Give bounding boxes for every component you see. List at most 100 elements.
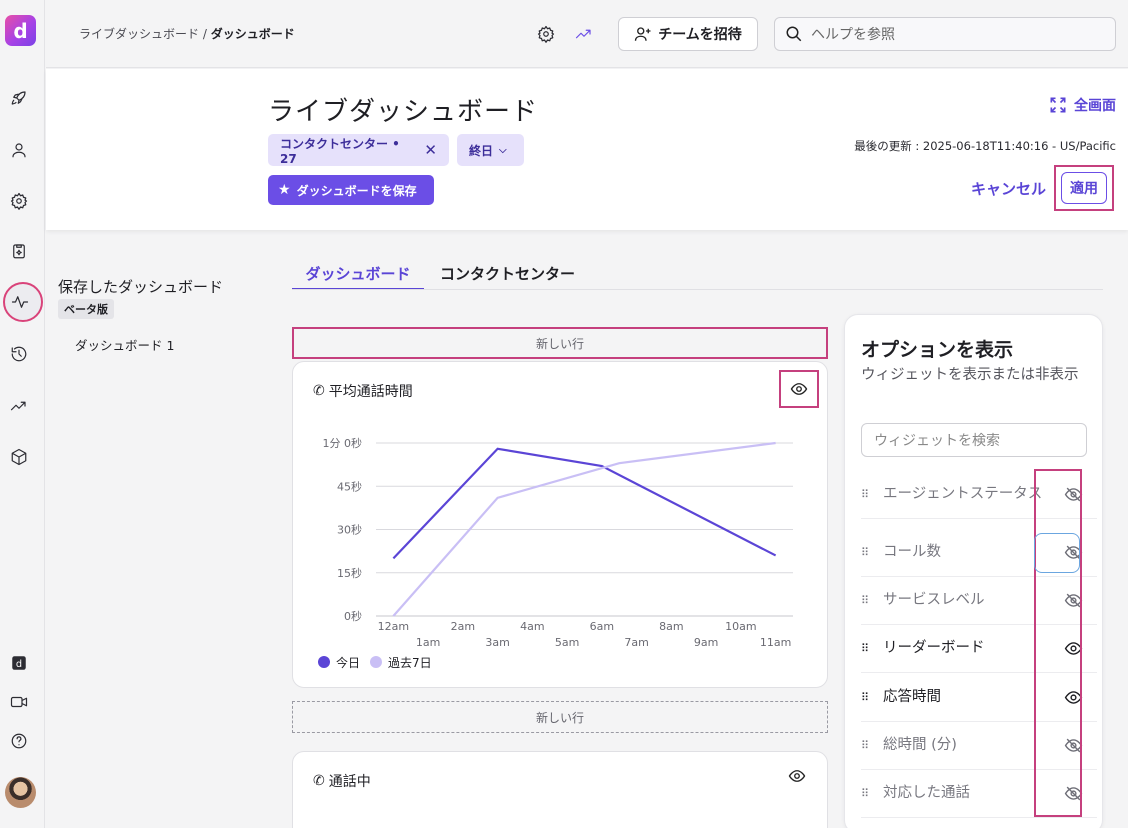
x-tick-label: 3am: [485, 636, 509, 649]
video-icon[interactable]: [9, 692, 29, 712]
x-tick-label: 1am: [416, 636, 440, 649]
tab-divider: [292, 289, 1103, 290]
x-tick-label: 7am: [624, 636, 648, 649]
x-tick-label: 11am: [760, 636, 791, 649]
x-tick-label: 10am: [725, 620, 756, 633]
clipboard-sparkle-icon[interactable]: [9, 241, 29, 261]
y-tick-label: 30秒: [337, 523, 362, 537]
svg-text:d: d: [16, 659, 22, 670]
save-dashboard-label: ダッシュボードを保存: [296, 183, 417, 198]
invite-team-button[interactable]: チームを招待: [618, 17, 758, 51]
cube-icon[interactable]: [9, 447, 29, 467]
widget-option-label: 応答時間: [883, 689, 941, 705]
apply-highlight: 適用: [1054, 165, 1114, 211]
chevron-down-icon: ⌵: [499, 144, 507, 156]
drag-handle-icon[interactable]: ⠿: [861, 787, 883, 800]
help-search-placeholder: ヘルプを参照: [811, 27, 895, 43]
fullscreen-label: 全画面: [1074, 98, 1116, 114]
help-search-input[interactable]: ヘルプを参照: [774, 17, 1116, 51]
breadcrumb: ライブダッシュボード / ダッシュボード: [79, 25, 295, 42]
avg-call-time-widget: ✆ 平均通話時間 0秒 15秒 30秒 45秒 1分 0秒 12am 2am 4am 6am 8a…: [292, 361, 828, 688]
contact-center-filter-chip[interactable]: コンタクトセンター • 27 ✕: [268, 134, 449, 166]
add-person-icon: [635, 27, 651, 41]
rocket-icon[interactable]: [9, 88, 29, 108]
history-icon[interactable]: [9, 344, 29, 364]
trend-icon[interactable]: [9, 396, 29, 416]
x-tick-label: 6am: [590, 620, 614, 633]
legend-label-1: 過去7日: [388, 656, 432, 670]
avatar[interactable]: [5, 777, 36, 808]
phone-icon: ✆: [313, 773, 325, 789]
close-icon[interactable]: ✕: [424, 141, 437, 159]
y-tick-label: 1分 0秒: [323, 436, 363, 450]
new-row-dropzone[interactable]: 新しい行: [292, 327, 828, 359]
drag-handle-icon[interactable]: ⠿: [861, 642, 883, 655]
trend-icon[interactable]: [574, 24, 594, 44]
y-tick-label: 15秒: [337, 566, 362, 580]
x-tick-label: 5am: [555, 636, 579, 649]
apply-button[interactable]: 適用: [1061, 172, 1107, 204]
breadcrumb-parent[interactable]: ライブダッシュボード: [79, 27, 199, 41]
widget-option-label: コール数: [883, 544, 941, 560]
fullscreen-button[interactable]: 全画面: [1048, 95, 1116, 115]
widget-option-label: 対応した通話: [883, 785, 970, 801]
tab-contact-center[interactable]: コンタクトセンター: [440, 263, 575, 284]
focus-ring: [1034, 533, 1080, 573]
new-row-dropzone[interactable]: 新しい行: [292, 701, 828, 733]
legend-marker-0: [318, 656, 330, 668]
legend-marker-1: [370, 656, 382, 668]
eye-icon[interactable]: [788, 767, 806, 789]
app-logo[interactable]: d: [5, 15, 36, 46]
breadcrumb-separator: /: [199, 27, 211, 41]
saved-dashboards-title: 保存したダッシュボード: [58, 278, 224, 296]
invite-team-label: チームを招待: [658, 27, 742, 43]
widget-title-text: 通話中: [328, 774, 371, 790]
line-chart: 0秒 15秒 30秒 45秒 1分 0秒 12am 2am 4am 6am 8am 10am 1am 3…: [318, 436, 793, 670]
top-bar: ライブダッシュボード / ダッシュボード チームを招待 ヘルプを参照: [46, 0, 1128, 68]
legend-label-0: 今日: [336, 655, 360, 670]
app-logo-small-icon[interactable]: d: [9, 653, 29, 673]
options-subtitle: ウィジェットを表示または非表示: [861, 367, 1079, 383]
x-tick-label: 12am: [378, 620, 409, 633]
settings-gear-icon[interactable]: [536, 24, 556, 44]
cancel-button[interactable]: キャンセル: [971, 178, 1046, 199]
widget-option-label: リーダーボード: [883, 640, 985, 656]
widget-option-label: エージェントステータス: [883, 486, 1043, 502]
search-icon: [786, 26, 802, 42]
gear-icon[interactable]: [9, 191, 29, 211]
x-tick-label: 2am: [451, 620, 475, 633]
help-icon[interactable]: [9, 731, 29, 751]
time-range-dropdown[interactable]: 終日 ⌵: [457, 134, 524, 166]
breadcrumb-current: ダッシュボード: [210, 27, 295, 41]
new-row-label: 新しい行: [535, 710, 584, 725]
widget-option-label: サービスレベル: [883, 592, 985, 608]
widget-option-label: 総時間 (分): [883, 737, 957, 753]
drag-handle-icon[interactable]: ⠿: [861, 546, 883, 559]
series-line-0: [392, 447, 777, 560]
dashboard-header: ライブダッシュボード コンタクトセンター • 27 ✕ 終日 ⌵ ★ ダッシュボ…: [46, 69, 1128, 230]
x-tick-label: 4am: [520, 620, 544, 633]
active-calls-widget: ✆ 通話中: [292, 751, 828, 828]
widget-search-input[interactable]: ウィジェットを検索: [861, 423, 1087, 457]
person-icon[interactable]: [9, 140, 29, 160]
drag-handle-icon[interactable]: ⠿: [861, 594, 883, 607]
page-title: ライブダッシュボード: [268, 97, 539, 127]
left-rail: d d: [0, 0, 45, 828]
save-dashboard-button[interactable]: ★ ダッシュボードを保存: [268, 175, 434, 205]
last-updated-text: 最後の更新 : 2025-06-18T11:40:16 - US/Pacific: [854, 139, 1116, 153]
drag-handle-icon[interactable]: ⠿: [861, 739, 883, 752]
y-tick-label: 0秒: [344, 609, 362, 623]
expand-icon: [1050, 97, 1066, 113]
contact-center-filter-label: コンタクトセンター • 27: [280, 136, 400, 166]
drag-handle-icon[interactable]: ⠿: [861, 488, 883, 501]
tab-dashboard[interactable]: ダッシュボード: [292, 263, 424, 290]
options-title: オプションを表示: [861, 339, 1014, 361]
activity-icon[interactable]: [10, 292, 30, 312]
x-tick-label: 9am: [694, 636, 718, 649]
drag-handle-icon[interactable]: ⠿: [861, 691, 883, 704]
x-tick-label: 8am: [659, 620, 683, 633]
saved-dashboard-item[interactable]: ダッシュボード 1: [75, 335, 174, 354]
star-icon: ★: [278, 182, 291, 198]
visibility-column-highlight: [1034, 469, 1082, 817]
time-range-label: 終日: [469, 143, 494, 158]
